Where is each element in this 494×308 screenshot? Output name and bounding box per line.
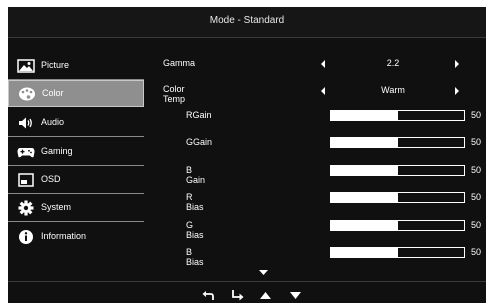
sidebar-item-picture[interactable]: Picture <box>8 53 144 80</box>
sidebar-item-gaming[interactable]: Gaming <box>8 139 144 166</box>
info-icon <box>19 230 33 244</box>
sidebar-item-label: System <box>41 202 72 212</box>
color-temp-label: Color Temp <box>163 84 186 104</box>
gbias-slider[interactable] <box>330 220 465 231</box>
gamma-prev-arrow[interactable] <box>321 60 325 68</box>
slider-fill <box>331 193 398 202</box>
sidebar-item-label: Gaming <box>41 146 73 156</box>
ggain-slider[interactable] <box>330 137 465 148</box>
rbias-label: R Bias <box>186 192 204 212</box>
gamma-label: Gamma <box>163 58 196 68</box>
ggain-label: GGain <box>186 137 213 147</box>
sidebar-item-color[interactable]: Color <box>8 80 144 107</box>
bbias-slider[interactable] <box>330 247 465 258</box>
slider-fill <box>331 138 398 147</box>
enter-icon[interactable] <box>231 290 244 301</box>
slider-fill <box>331 111 398 120</box>
scroll-down-icon[interactable] <box>259 270 268 276</box>
bbias-value: 50 <box>471 247 482 257</box>
sidebar-item-system[interactable]: System <box>8 195 144 222</box>
slider-fill <box>331 166 398 175</box>
sidebar-item-label: Information <box>41 231 87 241</box>
sidebar-item-audio[interactable]: Audio <box>8 110 144 137</box>
bgain-label: B Gain <box>186 165 206 185</box>
slider-fill <box>331 221 398 230</box>
gamepad-icon <box>17 148 35 158</box>
rgain-slider[interactable] <box>330 110 465 121</box>
rbias-value: 50 <box>471 192 482 202</box>
sidebar-item-label: Picture <box>41 60 70 70</box>
sidebar-item-label: Audio <box>41 117 65 127</box>
sidebar-item-information[interactable]: Information <box>8 224 144 251</box>
gear-icon <box>18 200 34 216</box>
slider-fill <box>331 248 398 257</box>
back-icon[interactable] <box>202 290 214 301</box>
gbias-value: 50 <box>471 220 482 230</box>
up-icon[interactable] <box>260 292 271 299</box>
color-temp-value: Warm <box>381 85 405 95</box>
sidebar-item-osd[interactable]: OSD <box>8 167 144 194</box>
title-bar: Mode - Standard <box>8 7 486 38</box>
gamma-next-arrow[interactable] <box>455 60 459 68</box>
bgain-slider[interactable] <box>330 165 465 176</box>
sidebar-item-label: Color <box>42 88 64 98</box>
sidebar-item-label: OSD <box>41 174 61 184</box>
gamma-value: 2.2 <box>386 58 400 68</box>
bgain-value: 50 <box>471 165 482 175</box>
palette-icon <box>19 87 35 101</box>
color-temp-prev-arrow[interactable] <box>321 87 325 95</box>
speaker-icon <box>19 117 32 129</box>
bbias-label: B Bias <box>186 247 204 267</box>
page-title: Mode - Standard <box>209 15 285 26</box>
osd-menu: Mode - Standard Picture Color Audio Gami… <box>8 7 486 303</box>
rgain-label: RGain <box>186 110 212 120</box>
gbias-label: G Bias <box>186 220 204 240</box>
rgain-value: 50 <box>471 110 482 120</box>
color-temp-next-arrow[interactable] <box>455 87 459 95</box>
footer-divider <box>8 281 486 282</box>
osd-window-icon <box>18 173 34 187</box>
rbias-slider[interactable] <box>330 192 465 203</box>
ggain-value: 50 <box>471 137 482 147</box>
down-icon[interactable] <box>290 292 301 299</box>
picture-icon <box>17 59 35 73</box>
